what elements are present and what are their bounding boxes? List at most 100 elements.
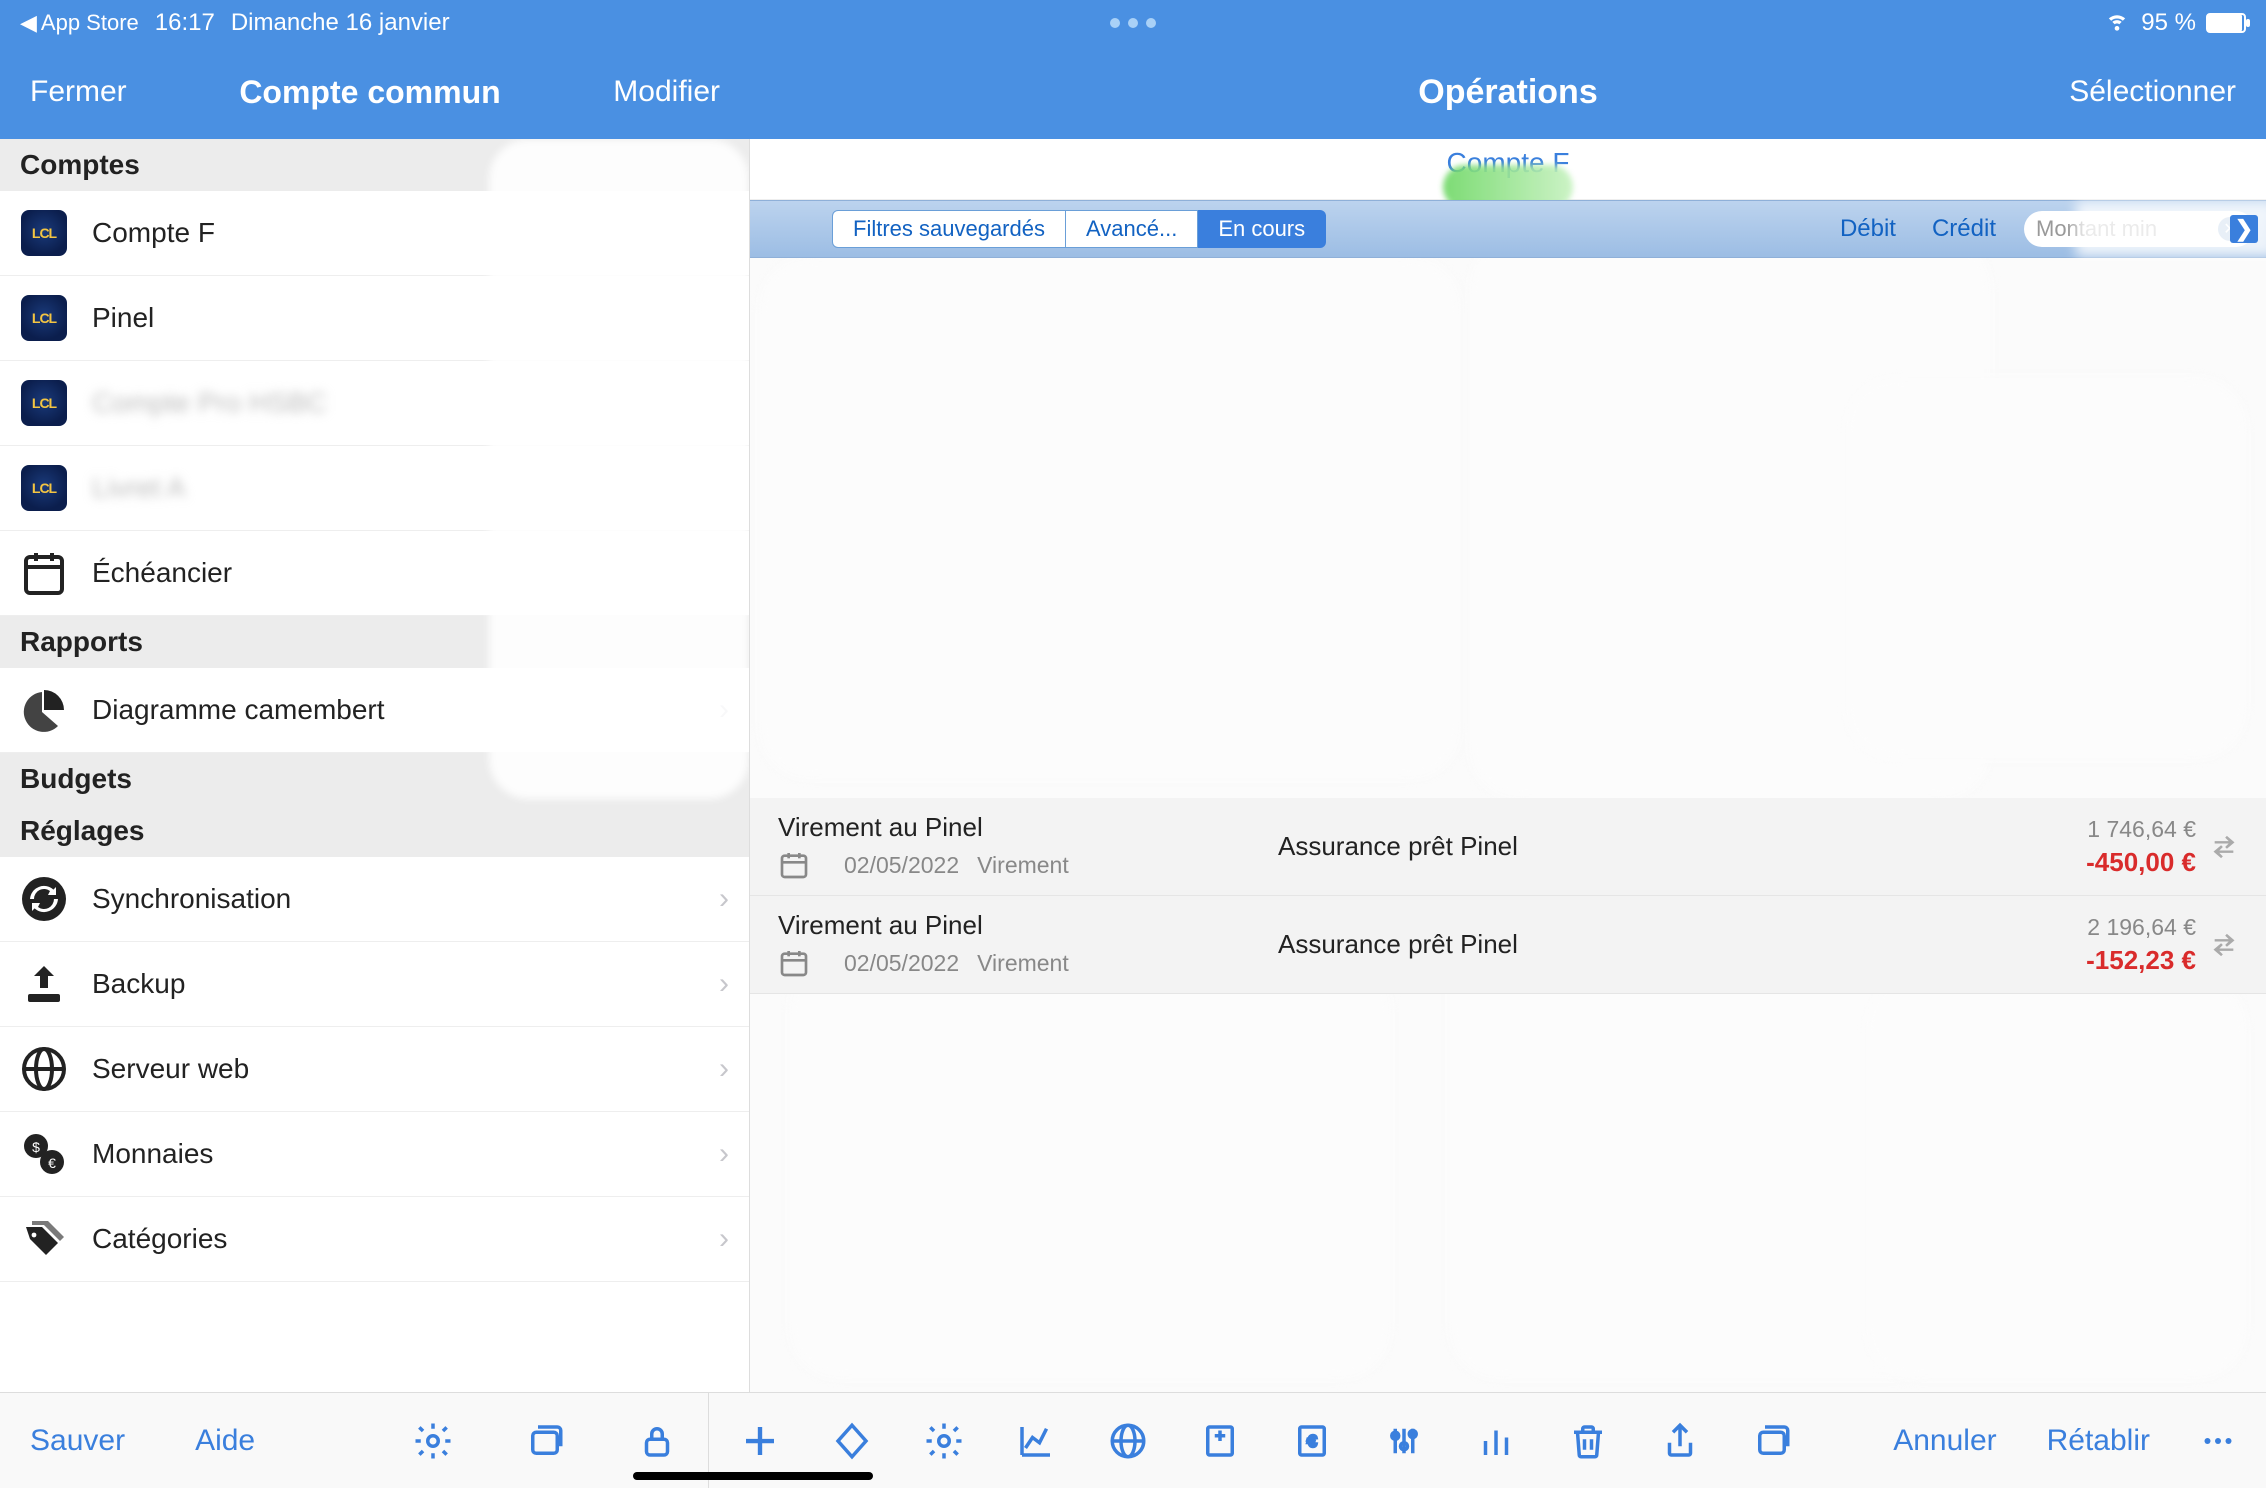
multitask-dots[interactable] bbox=[1110, 18, 1156, 28]
advanced-filter-button[interactable]: Avancé... bbox=[1066, 210, 1198, 248]
edit-button[interactable]: Modifier bbox=[613, 75, 720, 109]
gear-icon[interactable] bbox=[412, 1420, 454, 1462]
gear-icon[interactable] bbox=[923, 1420, 965, 1462]
current-filter-button[interactable]: En cours bbox=[1198, 210, 1326, 248]
redo-button[interactable]: Rétablir bbox=[2047, 1424, 2150, 1458]
plus-icon[interactable] bbox=[739, 1420, 781, 1462]
globe-icon bbox=[20, 1045, 68, 1093]
op-amount: -152,23 € bbox=[2086, 945, 2196, 976]
bank-lcl-icon: LCL bbox=[21, 210, 67, 256]
section-settings: Réglages bbox=[0, 805, 749, 857]
pie-label: Diagramme camembert bbox=[92, 694, 385, 726]
op-amount: -450,00 € bbox=[2086, 847, 2196, 878]
chevron-right-icon: › bbox=[719, 1052, 729, 1086]
sliders-icon[interactable] bbox=[1383, 1420, 1425, 1462]
debit-button[interactable]: Débit bbox=[1822, 215, 1914, 243]
account-label: Pinel bbox=[92, 302, 154, 334]
currency-label: Monnaies bbox=[92, 1138, 213, 1170]
status-back-app[interactable]: ◀ App Store bbox=[20, 10, 139, 36]
transfer-icon bbox=[2210, 931, 2238, 959]
svg-text:€: € bbox=[1308, 1433, 1317, 1450]
calendar-icon bbox=[778, 849, 810, 881]
svg-text:$: $ bbox=[32, 1139, 40, 1155]
section-budgets: Budgets bbox=[0, 753, 749, 805]
chevron-right-icon: › bbox=[719, 693, 729, 727]
globe-icon[interactable] bbox=[1107, 1420, 1149, 1462]
close-button[interactable]: Fermer bbox=[30, 75, 127, 109]
category-row[interactable]: Catégories › bbox=[0, 1197, 749, 1282]
more-icon[interactable] bbox=[2200, 1420, 2236, 1462]
op-desc: Assurance prêt Pinel bbox=[1278, 929, 2086, 960]
account-row[interactable]: LCL Compte Pro HSBC bbox=[0, 361, 749, 446]
sync-row[interactable]: Synchronisation › bbox=[0, 857, 749, 942]
diamond-icon[interactable] bbox=[831, 1420, 873, 1462]
calendar-grid-icon bbox=[20, 549, 68, 597]
op-date: 02/05/2022 bbox=[844, 950, 959, 977]
pie-chart-icon bbox=[20, 686, 68, 734]
sidebar-title: Compte commun bbox=[239, 74, 500, 111]
bar-chart-icon[interactable] bbox=[1475, 1420, 1517, 1462]
status-bar: ◀ App Store 16:17 Dimanche 16 janvier 95… bbox=[0, 0, 2266, 45]
tags-icon bbox=[20, 1215, 68, 1263]
op-balance: 2 196,64 € bbox=[2086, 914, 2196, 941]
select-button[interactable]: Sélectionner bbox=[2069, 75, 2236, 109]
operation-row[interactable]: Virement au Pinel 02/05/2022 Virement As… bbox=[750, 798, 2266, 896]
battery-percent: 95 % bbox=[2141, 9, 2196, 37]
currency-icon: $€ bbox=[20, 1130, 68, 1178]
currency-row[interactable]: $€ Monnaies › bbox=[0, 1112, 749, 1197]
bank-lcl-icon: LCL bbox=[21, 295, 67, 341]
chevron-right-icon: › bbox=[719, 1222, 729, 1256]
webserver-row[interactable]: Serveur web › bbox=[0, 1027, 749, 1112]
operation-row[interactable]: Virement au Pinel 02/05/2022 Virement As… bbox=[750, 896, 2266, 994]
help-button[interactable]: Aide bbox=[195, 1424, 255, 1458]
chevron-right-icon: › bbox=[719, 967, 729, 1001]
credit-button[interactable]: Crédit bbox=[1914, 215, 2014, 243]
operations-list[interactable]: Virement au Pinel 02/05/2022 Virement As… bbox=[750, 258, 2266, 1392]
home-indicator[interactable] bbox=[633, 1472, 873, 1480]
calendar-icon bbox=[778, 947, 810, 979]
content-pane: Compte F Filtres sauvegardés Avancé... E… bbox=[750, 139, 2266, 1392]
op-balance: 1 746,64 € bbox=[2086, 816, 2196, 843]
receipt-plus-icon[interactable] bbox=[1199, 1420, 1241, 1462]
account-label: Compte Pro HSBC bbox=[92, 387, 327, 419]
sync-icon bbox=[20, 875, 68, 923]
share-icon[interactable] bbox=[1659, 1420, 1701, 1462]
save-button[interactable]: Sauver bbox=[30, 1424, 125, 1458]
window-stack-icon[interactable] bbox=[1751, 1420, 1793, 1462]
sidebar-toolbar: Sauver Aide bbox=[0, 1393, 709, 1488]
pie-chart-row[interactable]: Diagramme camembert › bbox=[0, 668, 749, 753]
svg-text:€: € bbox=[48, 1155, 56, 1171]
wifi-icon bbox=[2103, 5, 2131, 40]
op-desc: Assurance prêt Pinel bbox=[1278, 831, 2086, 862]
undo-button[interactable]: Annuler bbox=[1893, 1424, 1996, 1458]
battery-icon bbox=[2206, 13, 2246, 33]
account-row[interactable]: LCL Compte F bbox=[0, 191, 749, 276]
backup-row[interactable]: Backup › bbox=[0, 942, 749, 1027]
saved-filters-button[interactable]: Filtres sauvegardés bbox=[832, 210, 1066, 248]
sidebar[interactable]: Comptes LCL Compte F LCL Pinel LCL Compt… bbox=[0, 139, 750, 1392]
webserver-label: Serveur web bbox=[92, 1053, 249, 1085]
lock-icon[interactable] bbox=[636, 1420, 678, 1462]
sync-label: Synchronisation bbox=[92, 883, 291, 915]
op-title: Virement au Pinel bbox=[778, 910, 1278, 941]
category-label: Catégories bbox=[92, 1223, 227, 1255]
account-label: Compte F bbox=[92, 217, 215, 249]
account-row[interactable]: LCL Livret A bbox=[0, 446, 749, 531]
backup-icon bbox=[20, 960, 68, 1008]
account-row[interactable]: LCL Pinel bbox=[0, 276, 749, 361]
bank-lcl-icon: LCL bbox=[21, 380, 67, 426]
op-type: Virement bbox=[977, 950, 1069, 977]
chart-line-icon[interactable] bbox=[1015, 1420, 1057, 1462]
op-date: 02/05/2022 bbox=[844, 852, 959, 879]
content-toolbar: € Annuler Rétablir bbox=[709, 1393, 2266, 1488]
expand-right-icon[interactable]: ❯ bbox=[2230, 215, 2258, 243]
window-stack-icon[interactable] bbox=[524, 1420, 566, 1462]
section-reports: Rapports bbox=[0, 616, 749, 668]
receipt-euro-icon[interactable]: € bbox=[1291, 1420, 1333, 1462]
trash-icon[interactable] bbox=[1567, 1420, 1609, 1462]
bank-lcl-icon: LCL bbox=[21, 465, 67, 511]
op-type: Virement bbox=[977, 852, 1069, 879]
backup-label: Backup bbox=[92, 968, 185, 1000]
scheduler-row[interactable]: Échéancier bbox=[0, 531, 749, 616]
status-date: Dimanche 16 janvier bbox=[231, 9, 450, 37]
